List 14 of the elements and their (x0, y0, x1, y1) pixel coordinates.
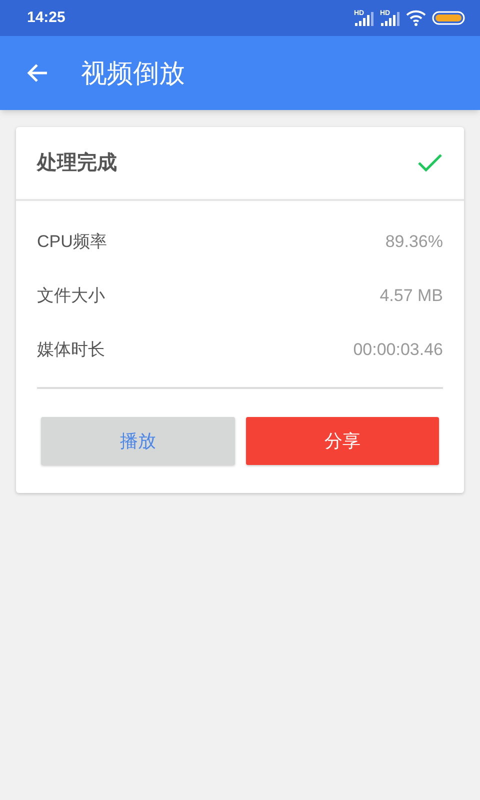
check-icon (417, 153, 443, 173)
page-title: 视频倒放 (81, 56, 185, 90)
battery-icon (432, 11, 465, 25)
detail-value: 89.36% (385, 231, 443, 254)
status-time: 14:25 (27, 8, 66, 28)
detail-value: 4.57 MB (380, 285, 443, 308)
detail-label: CPU频率 (37, 231, 107, 254)
detail-value: 00:00:03.46 (353, 339, 443, 362)
wifi-icon (406, 10, 426, 26)
card-title: 处理完成 (37, 150, 117, 176)
play-button[interactable]: 播放 (41, 417, 234, 465)
detail-label: 媒体时长 (37, 339, 105, 362)
detail-label: 文件大小 (37, 285, 105, 308)
share-button[interactable]: 分享 (246, 417, 439, 465)
